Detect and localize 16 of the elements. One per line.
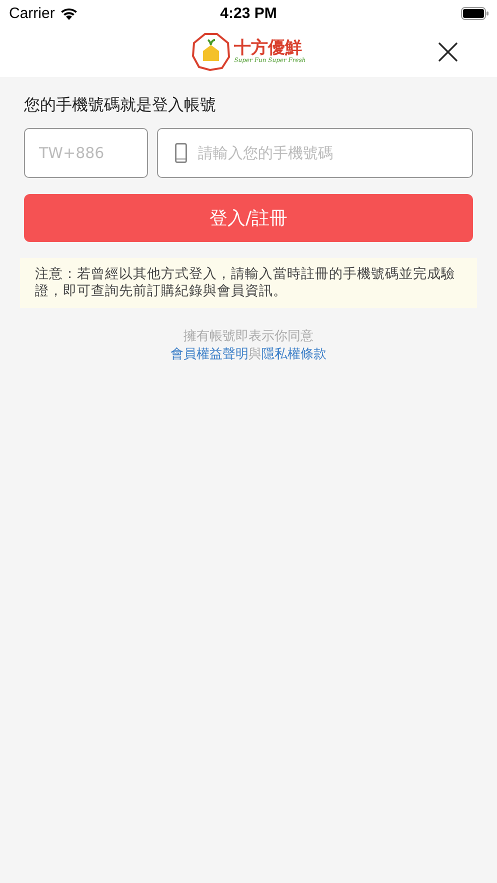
notice-text: 注意：若曾經以其他方式登入，請輸入當時註冊的手機號碼並完成驗證，即可查詢先前訂購紀錄與會員資訊。 (35, 266, 456, 300)
status-time: 4:23 PM (220, 4, 277, 22)
login-register-button[interactable]: 登入/註冊 (24, 194, 473, 242)
battery-icon (461, 6, 489, 20)
agreement-text: 擁有帳號即表示你同意 (184, 328, 314, 346)
wifi-icon (60, 6, 78, 20)
close-icon[interactable] (438, 42, 458, 62)
country-code-field[interactable]: TW+886 (24, 128, 148, 178)
carrier-name: Carrier (9, 4, 55, 22)
terms-sentence: 會員權益聲明與隱私權條款 (170, 346, 326, 364)
phone-number-field[interactable]: 請輸入您的手機號碼 (157, 128, 473, 178)
form-heading: 您的手機號碼就是登入帳號 (24, 95, 217, 116)
privacy-policy-link[interactable]: 隱私權條款 (262, 347, 326, 362)
logo-icon (191, 32, 232, 72)
member-rights-link[interactable]: 會員權益聲明 (170, 347, 248, 362)
logo-title: 十方優鮮 (234, 38, 302, 58)
